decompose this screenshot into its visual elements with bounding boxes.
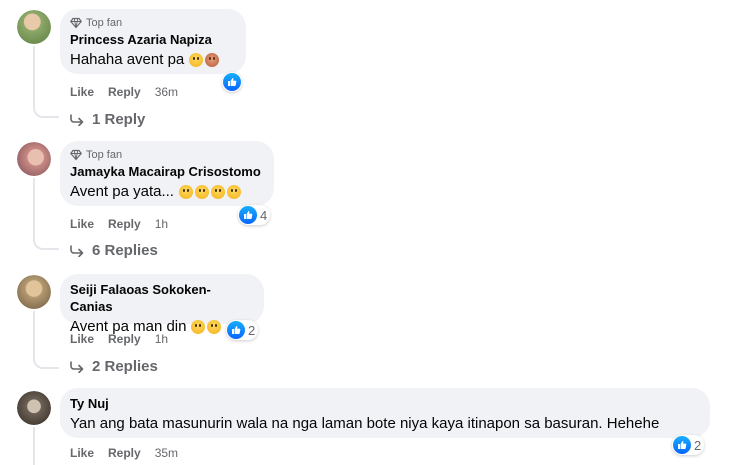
woman-facepalming-icon: [205, 53, 220, 67]
reply-button[interactable]: Reply: [108, 446, 141, 460]
thread-line: [33, 46, 35, 106]
badge-label: Top fan: [86, 149, 123, 161]
laughing-face-icon: [189, 53, 204, 67]
like-reaction-icon: [239, 206, 257, 224]
reply-arrow-icon: [70, 360, 84, 373]
thread-line: [33, 311, 35, 357]
comment-time[interactable]: 36m: [155, 85, 178, 99]
like-button[interactable]: Like: [70, 332, 94, 346]
reply-button[interactable]: Reply: [108, 332, 141, 346]
reaction-count: 4: [260, 207, 268, 223]
comment-actions: Like Reply 1h: [70, 217, 168, 231]
comment-actions: Like Reply 1h: [70, 332, 168, 346]
reaction-count: 2: [694, 437, 702, 453]
thread-curve: [33, 236, 59, 250]
comment-time[interactable]: 1h: [155, 332, 168, 346]
comment-bubble: Ty Nuj Yan ang bata masunurin wala na ng…: [60, 388, 710, 438]
comment-author[interactable]: Princess Azaria Napiza: [70, 31, 234, 48]
comment-text: Avent pa yata...: [70, 182, 262, 202]
comment-actions: Like Reply 35m: [70, 446, 178, 460]
comment-body: Avent pa yata...: [70, 183, 174, 200]
reactions-summary[interactable]: 2: [672, 435, 705, 455]
reply-arrow-icon: [70, 244, 84, 257]
grinning-squinting-face-icon: [207, 320, 222, 334]
comment-author[interactable]: Jamayka Macairap Crisostomo: [70, 163, 262, 180]
diamond-icon: [70, 17, 82, 29]
comment-text: Yan ang bata masunurin wala na nga laman…: [70, 414, 698, 434]
thread-line: [33, 178, 35, 238]
replies-count: 1 Reply: [92, 111, 146, 128]
comment-author[interactable]: Ty Nuj: [70, 395, 698, 412]
reactions-summary[interactable]: 2: [226, 320, 259, 340]
reply-button[interactable]: Reply: [108, 85, 141, 99]
avatar[interactable]: [17, 391, 51, 425]
top-fan-badge: Top fan: [70, 16, 234, 30]
laughing-face-icon: [210, 185, 225, 199]
reply-button[interactable]: Reply: [108, 217, 141, 231]
view-replies-link[interactable]: 1 Reply: [70, 111, 145, 128]
like-reaction-icon: [227, 321, 245, 339]
grinning-face-icon: [194, 185, 209, 199]
avatar[interactable]: [17, 275, 51, 309]
top-fan-badge: Top fan: [70, 148, 262, 162]
like-button[interactable]: Like: [70, 217, 94, 231]
like-reaction-icon: [223, 73, 241, 91]
like-reaction-icon: [673, 436, 691, 454]
replies-count: 2 Replies: [92, 358, 158, 375]
replies-count: 6 Replies: [92, 242, 158, 259]
grimacing-face-icon: [178, 185, 193, 199]
comment-text: Hahaha avent pa: [70, 50, 234, 70]
comment-bubble: Seiji Falaoas Sokoken-Canias Avent pa ma…: [60, 274, 264, 335]
comment-author[interactable]: Seiji Falaoas Sokoken-Canias: [70, 281, 252, 315]
comment-bubble: Top fan Jamayka Macairap Crisostomo Aven…: [60, 141, 274, 206]
comment-time[interactable]: 1h: [155, 217, 168, 231]
thread-curve: [33, 355, 59, 369]
thread-curve: [33, 104, 59, 118]
comment-time[interactable]: 35m: [155, 446, 178, 460]
reply-arrow-icon: [70, 113, 84, 126]
comment-bubble: Top fan Princess Azaria Napiza Hahaha av…: [60, 9, 246, 74]
reactions-summary[interactable]: 4: [238, 205, 271, 225]
view-replies-link[interactable]: 2 Replies: [70, 358, 158, 375]
comment-thread: Top fan Princess Azaria Napiza Hahaha av…: [0, 0, 750, 465]
badge-label: Top fan: [86, 17, 123, 29]
comment-body: Yan ang bata masunurin wala na nga laman…: [70, 415, 660, 432]
view-replies-link[interactable]: 6 Replies: [70, 242, 158, 259]
comment-actions: Like Reply 36m: [70, 85, 178, 99]
like-button[interactable]: Like: [70, 446, 94, 460]
avatar[interactable]: [17, 10, 51, 44]
diamond-icon: [70, 149, 82, 161]
thread-line: [33, 427, 35, 465]
grinning-face-icon: [226, 185, 241, 199]
comment-body: Hahaha avent pa: [70, 51, 185, 68]
grinning-face-icon: [191, 320, 206, 334]
like-button[interactable]: Like: [70, 85, 94, 99]
avatar[interactable]: [17, 142, 51, 176]
reactions-summary[interactable]: [222, 72, 242, 92]
reaction-count: 2: [248, 322, 256, 338]
